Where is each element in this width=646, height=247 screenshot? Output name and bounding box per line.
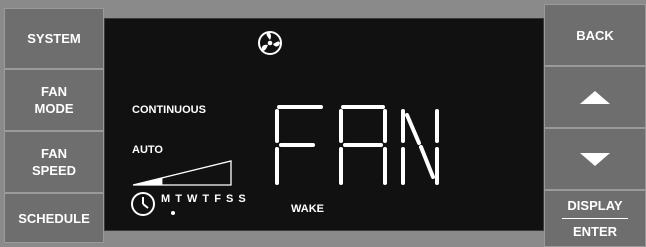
schedule-button[interactable]: SCHEDULE (4, 193, 104, 243)
display-enter-divider (562, 218, 628, 219)
schedule-button-label: SCHEDULE (18, 210, 90, 226)
back-button[interactable]: BACK (544, 4, 646, 66)
down-button[interactable] (544, 128, 646, 190)
enter-label: ENTER (572, 224, 618, 239)
down-arrow-icon (580, 152, 610, 166)
fan-speed-label-line2: SPEED (31, 163, 77, 178)
up-arrow-icon (580, 90, 610, 104)
system-button-label: SYSTEM (27, 31, 81, 46)
main-segment-text (275, 105, 439, 185)
auto-label: AUTO (132, 144, 163, 156)
fan-speed-label-line1: FAN (41, 146, 67, 161)
clock-icon (131, 192, 155, 216)
wake-label: WAKE (291, 203, 324, 215)
thermostat-frame: SYSTEM FAN MODE FAN SPEED SCHEDULE CONTI… (0, 0, 646, 247)
fan-mode-button[interactable]: FAN MODE (4, 69, 104, 131)
schedule-days: M T W T F S S (161, 193, 247, 205)
back-button-label: BACK (576, 27, 614, 43)
up-button[interactable] (544, 66, 646, 128)
fan-speed-indicator (132, 160, 232, 186)
fan-icon (258, 31, 282, 55)
lcd-display: CONTINUOUS AUTO M T W T F S S WAKE (104, 18, 544, 231)
fan-mode-label-line1: FAN (41, 84, 67, 99)
display-enter-button[interactable]: DISPLAY ENTER (544, 190, 646, 247)
continuous-label: CONTINUOUS (132, 104, 206, 116)
selected-day-dot (171, 211, 175, 215)
fan-mode-label-line2: MODE (34, 101, 74, 116)
fan-speed-button[interactable]: FAN SPEED (4, 131, 104, 193)
system-button[interactable]: SYSTEM (4, 8, 104, 69)
display-label: DISPLAY (567, 198, 623, 213)
